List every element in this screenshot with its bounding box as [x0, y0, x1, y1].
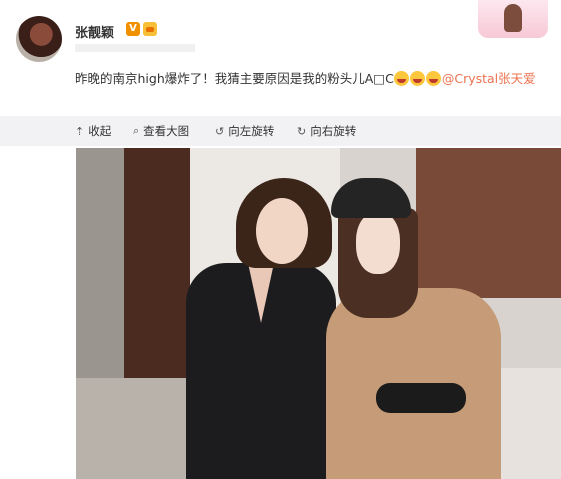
post-body: 昨晚的南京high爆炸了！我猜主要原因是我的粉头儿A□C — [75, 71, 394, 86]
person-right-hat — [331, 178, 411, 218]
mention-link[interactable]: @Crystal张天爱 — [442, 71, 536, 86]
rotate-right-label: 向右旋转 — [310, 124, 357, 138]
laughing-emoji-icon — [409, 71, 425, 86]
person-right-body — [326, 288, 501, 479]
post-meta-placeholder — [75, 44, 195, 52]
photo-table — [496, 368, 561, 479]
photo-door — [124, 148, 190, 378]
rotate-right-button[interactable]: ↻ 向右旋转 — [297, 123, 356, 139]
post-header: 张靓颖 V — [0, 0, 561, 62]
person-left-body — [186, 263, 336, 479]
post-photo[interactable] — [76, 148, 561, 479]
verified-icon: V — [126, 22, 140, 36]
person-left-face — [256, 198, 308, 264]
laughing-emoji-icon — [393, 71, 409, 86]
author-avatar[interactable] — [16, 16, 62, 62]
rotate-right-icon: ↻ — [297, 124, 307, 138]
collapse-arrow-icon: ⇡ — [75, 124, 85, 138]
profile-decoration-image — [478, 0, 548, 38]
magnifier-icon: ⌕ — [133, 124, 140, 137]
post-text: 昨晚的南京high爆炸了！我猜主要原因是我的粉头儿A□C @Crystal张天爱 — [75, 67, 555, 91]
view-large-button[interactable]: ⌕ 查看大图 — [133, 123, 189, 139]
rotate-left-button[interactable]: ↺ 向左旋转 — [215, 123, 274, 139]
collapse-button[interactable]: ⇡ 收起 — [75, 123, 111, 139]
view-large-label: 查看大图 — [143, 124, 190, 138]
person-right-face — [356, 212, 400, 274]
collapse-label: 收起 — [88, 124, 112, 138]
image-toolbar: ⇡ 收起 ⌕ 查看大图 ↺ 向左旋转 ↻ 向右旋转 — [0, 116, 561, 146]
rotate-left-icon: ↺ — [215, 124, 225, 138]
laughing-emoji-icon — [425, 71, 441, 86]
rotate-left-label: 向左旋转 — [228, 124, 275, 138]
author-name[interactable]: 张靓颖 — [75, 22, 114, 41]
photo-cabinet — [416, 148, 561, 298]
member-crown-icon — [143, 22, 157, 36]
